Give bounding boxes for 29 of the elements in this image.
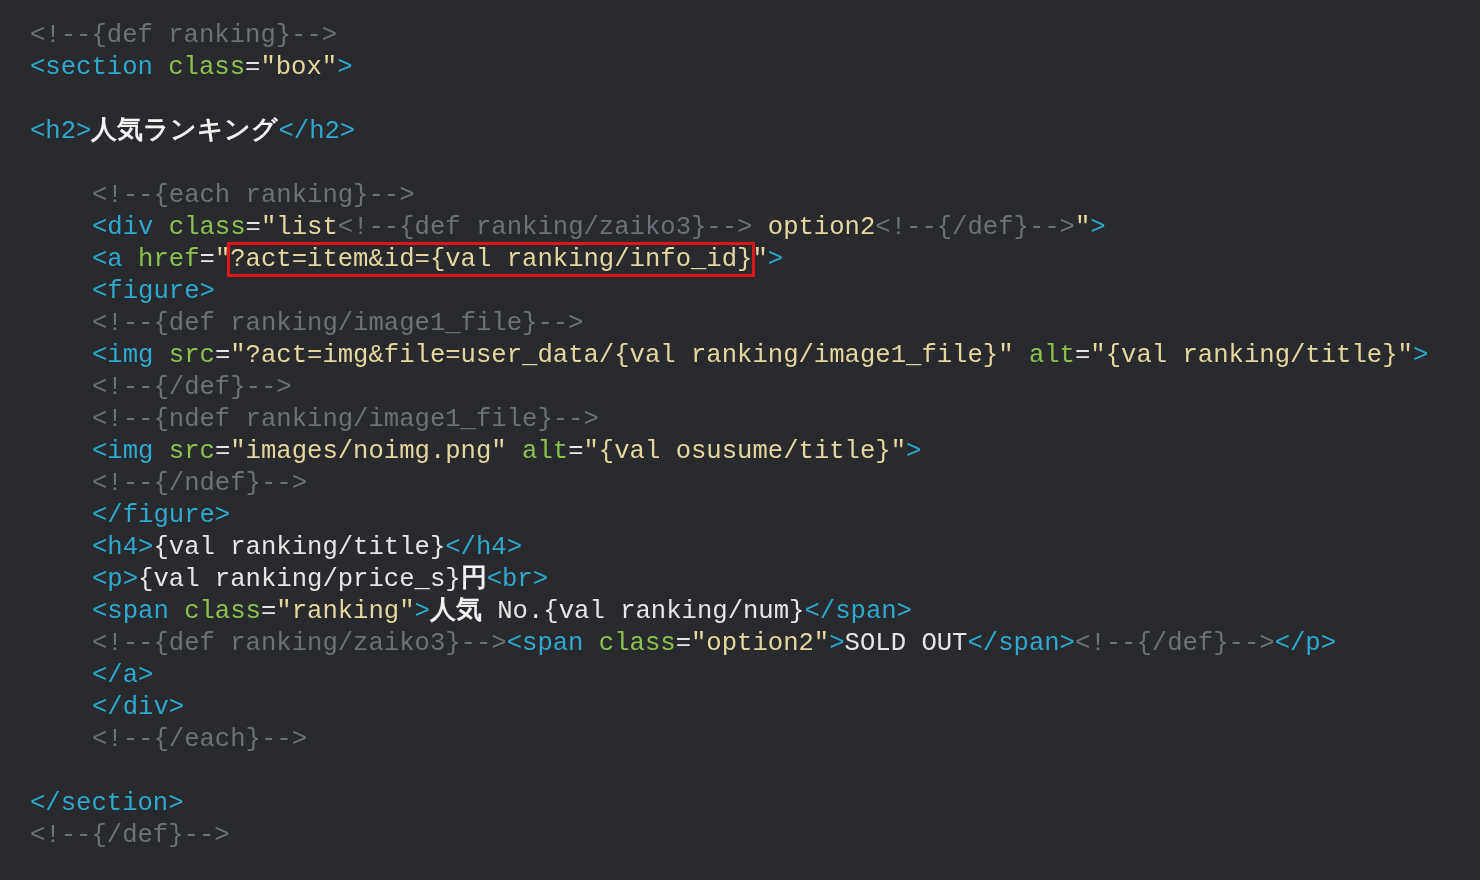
highlighted-code: ?act=item&id={val ranking/info_id}: [230, 245, 753, 274]
code-line: <!--{def ranking/image1_file}-->: [92, 309, 584, 338]
code-line: <section class="box">: [30, 53, 353, 82]
code-token: href: [137, 245, 200, 274]
code-line: <img src="images/noimg.png" alt="{val osusume/title}">: [92, 437, 922, 466]
code-line: <!--{def ranking}-->: [30, 21, 338, 50]
code-line: </figure>: [92, 501, 231, 530]
code-line: <!--{ndef ranking/image1_file}-->: [92, 405, 599, 434]
code-line: <h2>人気ランキング</h2>: [30, 117, 356, 146]
code-line: </section>: [30, 789, 184, 818]
code-line: <!--{def ranking/zaiko3}--><span class="option2">SOLD OUT</span><!--{/def}--></p>: [92, 629, 1337, 658]
code-line: </a>: [92, 661, 154, 690]
code-line: <p>{val ranking/price_s}円<br>: [92, 565, 549, 594]
code-token: >: [767, 245, 784, 274]
code-token: =: [199, 245, 215, 274]
code-token: <a: [92, 245, 123, 274]
code-line: <img src="?act=img&file=user_data/{val ranking/image1_file}" alt="{val ranking/title}">: [92, 341, 1429, 370]
code-line: <figure>: [92, 277, 215, 306]
code-line: <!--{each ranking}-->: [92, 181, 415, 210]
code-line: <!--{/def}-->: [92, 373, 292, 402]
code-line: <!--{/each}-->: [92, 725, 308, 754]
code-line: </div>: [92, 693, 185, 722]
code-token: ": [214, 245, 231, 274]
code-line: <h4>{val ranking/title}</h4>: [92, 533, 523, 562]
code-token: ": [752, 245, 768, 274]
code-line: <!--{/ndef}-->: [92, 469, 308, 498]
code-line: <div class="list<!--{def ranking/zaiko3}--> option2<!--{/def}-->">: [92, 213, 1106, 242]
code-line: <span class="ranking">人気 No.{val ranking/num}</span>: [92, 597, 912, 626]
code-line: <!--{/def}-->: [30, 821, 230, 850]
